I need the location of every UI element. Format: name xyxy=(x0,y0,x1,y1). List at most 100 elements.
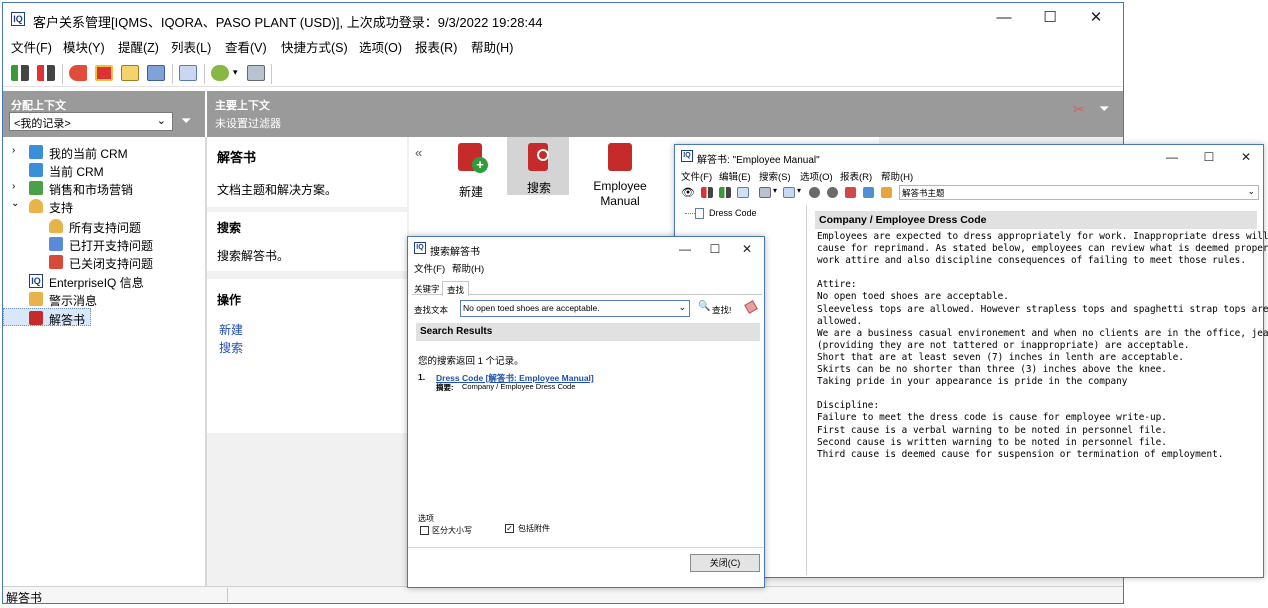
find-text-input[interactable]: No open toed shoes are acceptable. ⌄ xyxy=(460,300,690,317)
expand-icon[interactable] xyxy=(719,187,731,198)
tree-item-closed-support-issues[interactable]: 已关闭支持问题 xyxy=(3,253,203,271)
menu-options[interactable]: 选项(O) xyxy=(359,37,402,56)
chevron-down-icon[interactable]: ▾ xyxy=(773,186,777,195)
tab-keyword[interactable]: 关键字 xyxy=(414,283,440,295)
menu-view[interactable]: 查看(V) xyxy=(225,37,267,56)
collapse-icon[interactable] xyxy=(37,65,55,81)
chevron-down-icon[interactable]: ⌄ xyxy=(678,302,686,313)
menu-module[interactable]: 模块(Y) xyxy=(63,37,105,56)
refresh-icon[interactable] xyxy=(845,187,856,198)
tree-item-support[interactable]: ⌄ 支持 xyxy=(3,197,203,215)
big-search-button[interactable]: 搜索 xyxy=(507,137,569,195)
manual-maximize-button[interactable]: ☐ xyxy=(1190,145,1228,169)
menu-file[interactable]: 文件(F) xyxy=(11,37,52,56)
calendar-icon[interactable] xyxy=(121,65,139,81)
binoculars-icon[interactable]: 👁 xyxy=(681,186,695,199)
tree-item-current-crm[interactable]: 当前 CRM xyxy=(3,161,203,179)
options-group: 选项 区分大小写 ✓ 包括附件 xyxy=(412,513,762,545)
document-line: cause for reprimand. As stated below, em… xyxy=(817,243,1268,255)
close-button[interactable]: ✕ xyxy=(1073,3,1119,33)
manual-menu-search[interactable]: 搜索(S) xyxy=(759,169,791,183)
chevron-down-icon[interactable]: ▾ xyxy=(233,67,238,78)
expand-arrow-icon[interactable]: › xyxy=(12,145,15,156)
report-icon[interactable] xyxy=(863,187,874,198)
left-context-header: 分配上下文 <我的记录> ⌄ ⏷ xyxy=(3,91,205,137)
expand-arrow-icon[interactable]: › xyxy=(12,181,15,192)
search-link[interactable]: 搜索 xyxy=(219,339,243,356)
eraser-icon[interactable] xyxy=(744,300,758,314)
minimize-button[interactable]: — xyxy=(981,3,1027,33)
manual-minimize-button[interactable]: — xyxy=(1153,145,1191,169)
new-link[interactable]: 新建 xyxy=(219,321,243,338)
record-filter-select[interactable]: <我的记录> ⌄ xyxy=(9,112,173,131)
manual-menu-file[interactable]: 文件(F) xyxy=(681,169,712,183)
forward-icon[interactable] xyxy=(827,187,838,198)
manual-menu-options[interactable]: 选项(O) xyxy=(800,169,833,183)
dropdown-tool-icon[interactable] xyxy=(211,65,229,81)
tree-item-label: EnterpriseIQ 信息 xyxy=(49,276,144,290)
topic-combo[interactable]: 解答书主题 ⌄ xyxy=(899,185,1259,200)
big-new-label: 新建 xyxy=(459,185,484,199)
manual-menu-edit[interactable]: 编辑(E) xyxy=(719,169,751,183)
app-logo-icon: IQ xyxy=(414,242,426,254)
search-menu-file[interactable]: 文件(F) xyxy=(414,261,445,275)
home-icon[interactable] xyxy=(881,187,892,198)
document-icon[interactable] xyxy=(737,187,749,198)
mail-icon[interactable] xyxy=(179,65,197,81)
tree-item-enterpriseiq-info[interactable]: IQ EnterpriseIQ 信息 xyxy=(3,272,203,290)
book-icon[interactable] xyxy=(95,65,113,81)
window-icon[interactable] xyxy=(147,65,165,81)
collapse-arrow-icon[interactable]: ⌄ xyxy=(11,198,19,209)
tab-find[interactable]: 查找 xyxy=(442,281,470,296)
tree-item-sales-marketing[interactable]: › 销售和市场营销 xyxy=(3,179,203,197)
tree-item-all-support-issues[interactable]: 所有支持问题 xyxy=(3,217,203,235)
print-icon[interactable] xyxy=(247,65,265,81)
tree-item-open-support-issues[interactable]: 已打开支持问题 xyxy=(3,235,203,253)
search-window: IQ 搜索解答书 — ☐ ✕ 文件(F) 帮助(H) 关键字 查找 查找文本 N… xyxy=(407,236,765,588)
clear-filter-icon[interactable]: ✂ xyxy=(1073,101,1085,118)
big-employee-manual-button[interactable]: Employee Manual xyxy=(585,141,655,211)
include-attachments-checkbox[interactable]: ✓ xyxy=(505,524,514,533)
menu-reminder[interactable]: 提醒(Z) xyxy=(118,37,159,56)
print-icon[interactable] xyxy=(759,187,771,198)
collapse-icon[interactable] xyxy=(701,187,713,198)
menu-list[interactable]: 列表(L) xyxy=(171,37,211,56)
main-title-bar: IQ 客户关系管理[IQMS、IQORA、PASO PLANT (USD)], … xyxy=(3,3,1123,35)
chevron-down-icon[interactable]: ▾ xyxy=(797,186,801,195)
manual-menu-reports[interactable]: 报表(R) xyxy=(840,169,872,183)
tree-item-dress-code[interactable]: Dress Code xyxy=(685,207,795,221)
tree-item-answer-book[interactable]: 解答书 xyxy=(3,308,91,327)
search-menu-bar: 文件(F) 帮助(H) xyxy=(408,261,764,277)
expand-icon[interactable] xyxy=(11,65,29,81)
case-sensitive-checkbox[interactable] xyxy=(420,526,429,535)
back-icon[interactable] xyxy=(809,187,820,198)
search-icon[interactable]: 🔍 xyxy=(698,301,710,312)
document-line: Skirts can be no shorter than three (3) … xyxy=(817,364,1167,376)
filter-icon[interactable]: ⏷ xyxy=(181,113,191,129)
chevron-down-icon[interactable]: ⌄ xyxy=(157,114,166,127)
tree-line xyxy=(685,213,695,214)
main-toolbar: ▾ xyxy=(3,61,1123,87)
menu-help[interactable]: 帮助(H) xyxy=(471,37,513,56)
big-new-button[interactable]: + 新建 xyxy=(449,141,491,201)
collapse-panel-button[interactable]: « xyxy=(415,145,422,160)
mail-icon[interactable] xyxy=(783,187,795,198)
chevron-down-icon[interactable]: ⌄ xyxy=(1247,186,1255,197)
menu-reports[interactable]: 报表(R) xyxy=(415,37,457,56)
filter-icon[interactable]: ⏷ xyxy=(1099,101,1109,117)
menu-shortcuts[interactable]: 快捷方式(S) xyxy=(281,37,348,56)
manual-close-button[interactable]: ✕ xyxy=(1227,145,1265,169)
toolbar-separator xyxy=(62,64,63,84)
user-icon xyxy=(29,199,43,213)
status-separator xyxy=(227,588,228,602)
tree-item-alert-messages[interactable]: 警示消息 xyxy=(3,290,203,308)
manual-menu-help[interactable]: 帮助(H) xyxy=(881,169,913,183)
close-dialog-button[interactable]: 关闭(C) xyxy=(690,554,760,572)
maximize-button[interactable]: ☐ xyxy=(1027,3,1073,33)
tree-item-label: 我的当前 CRM xyxy=(49,147,128,161)
find-button[interactable]: 查找! xyxy=(712,304,731,316)
search-menu-help[interactable]: 帮助(H) xyxy=(452,261,484,275)
crm-icon[interactable] xyxy=(69,65,87,81)
search-close-button[interactable]: ✕ xyxy=(728,237,766,261)
tree-item-my-current-crm[interactable]: › 我的当前 CRM xyxy=(3,143,203,161)
